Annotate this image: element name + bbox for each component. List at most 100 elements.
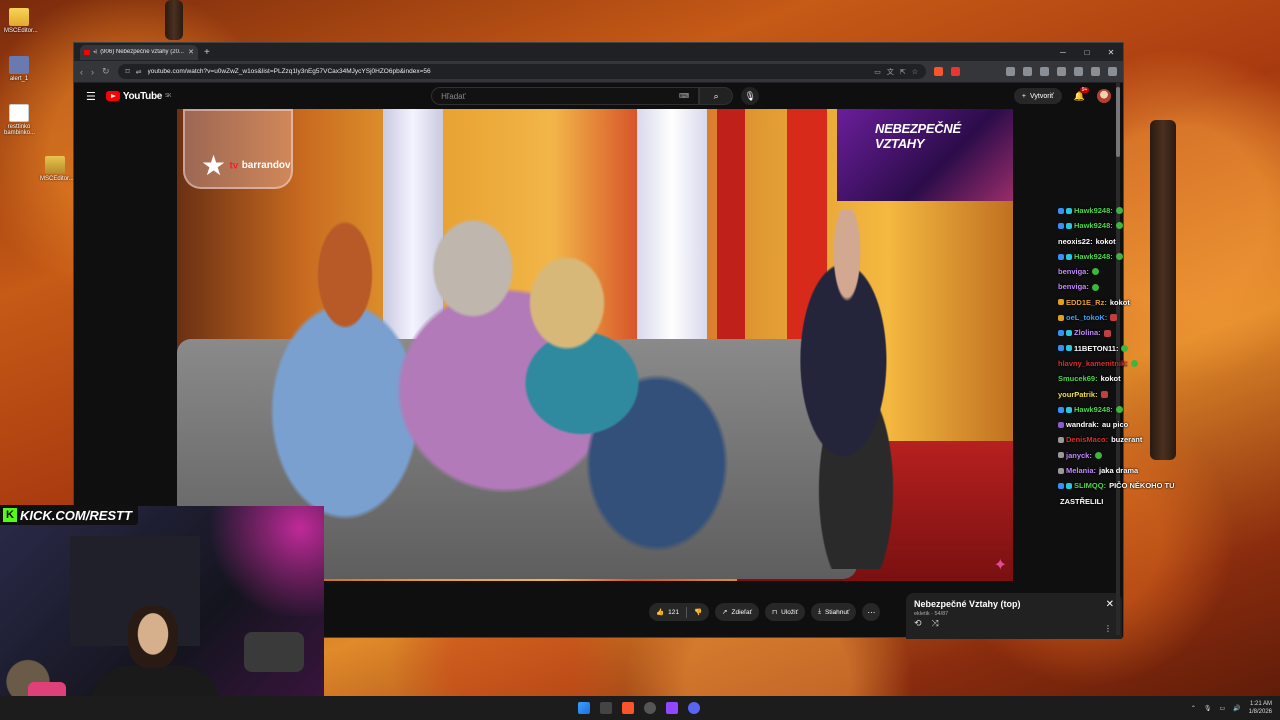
extension-icon[interactable]	[1023, 67, 1032, 76]
desktop-icon[interactable]: MSCEditor...	[4, 8, 38, 34]
create-button[interactable]: + Vytvoriť	[1013, 88, 1062, 104]
close-playlist-icon[interactable]: ✕	[1106, 599, 1114, 610]
like-count[interactable]: 121	[668, 609, 679, 616]
clock[interactable]: 1:21 AM 1/8/2026	[1249, 700, 1272, 716]
chat-emote-icon	[1115, 406, 1123, 413]
url-text: youtube.com/watch?v=u0wZwZ_w1os&list=PLZ…	[147, 68, 431, 75]
brave-browser-icon[interactable]	[622, 702, 634, 714]
chat-username: DenisMaco:	[1066, 435, 1109, 445]
chat-badge-icon	[1058, 330, 1064, 337]
chat-username: Hawk9248:	[1074, 251, 1113, 261]
maximize-icon[interactable]: □	[1075, 48, 1099, 57]
address-bar-row: ‹ › ↻ ⌑ ⇌ youtube.com/watch?v=u0wZwZ_w1o…	[74, 61, 1123, 83]
logo-text: YouTube	[122, 90, 163, 102]
close-window-icon[interactable]: ✕	[1099, 48, 1123, 57]
minimize-icon[interactable]: ─	[1051, 48, 1075, 57]
kick-banner: K KICK.COM/RESTT	[0, 505, 138, 525]
shortcut-icon	[9, 56, 29, 74]
desktop-icon[interactable]: MSCEditor...	[40, 156, 74, 182]
chat-username: benviga:	[1058, 267, 1089, 277]
webcam-overlay	[0, 506, 324, 720]
save-button[interactable]: ⊓ Uložiť	[765, 603, 806, 621]
hamburger-menu-icon[interactable]: ☰	[86, 90, 96, 103]
chat-badge-icon	[1058, 314, 1064, 321]
translate-icon[interactable]: 文	[887, 67, 894, 77]
back-icon[interactable]: ‹	[80, 67, 83, 77]
create-label: Vytvoriť	[1030, 92, 1054, 100]
new-tab-button[interactable]: +	[204, 47, 210, 58]
microphone-icon: 🎙	[744, 90, 756, 101]
brave-shield-icon[interactable]	[934, 67, 943, 76]
vpn-icon[interactable]	[1091, 67, 1100, 76]
share-button[interactable]: ↗ Zdieľať	[715, 603, 760, 621]
extension-icon[interactable]	[1006, 67, 1015, 76]
voice-search-button[interactable]: 🎙	[741, 87, 760, 105]
cast-icon[interactable]: ▭	[874, 68, 881, 76]
browser-tab[interactable]: ◂) (906) Nebezpečné vztahy (20... ✕	[80, 44, 198, 60]
like-icon[interactable]: 👍	[656, 608, 664, 616]
star-icon[interactable]: ☆	[912, 68, 918, 76]
forward-icon[interactable]: ›	[91, 67, 94, 77]
search-button[interactable]: ⌕	[699, 87, 734, 105]
windows-start-icon[interactable]	[578, 702, 590, 714]
twitch-icon[interactable]	[666, 702, 678, 714]
wallpaper-tree-trunk	[165, 0, 183, 40]
tab-bar: ◂) (906) Nebezpečné vztahy (20... ✕ + ─ …	[74, 43, 1123, 61]
search-icon: ⌕	[713, 90, 719, 101]
avatar[interactable]	[1097, 89, 1111, 103]
chat-username: 11BETON11:	[1074, 343, 1119, 353]
shuffle-icon[interactable]: ⤨	[932, 618, 939, 629]
extension-icon[interactable]	[1040, 67, 1049, 76]
reload-icon[interactable]: ↻	[102, 66, 110, 77]
channel-logo: ★ tv barrandov	[201, 149, 291, 182]
mic-tray-icon[interactable]: 🎙	[1204, 705, 1212, 712]
chat-emote-icon	[1115, 253, 1123, 261]
sidebar-icon[interactable]	[1057, 67, 1066, 76]
tray-chevron-icon[interactable]: ⌃	[1191, 705, 1196, 712]
youtube-logo[interactable]: YouTube SK	[105, 90, 171, 102]
chat-username: yourPatrik:	[1058, 389, 1098, 399]
chat-username: neoxis22:	[1058, 236, 1093, 246]
chat-message: Melania: jaka drama	[1058, 463, 1190, 478]
playlist-more-icon[interactable]: ⋮	[1104, 624, 1112, 633]
search-area: Hľadať ⌨ ⌕ 🎙	[431, 87, 760, 105]
dislike-icon[interactable]: 👎	[694, 608, 702, 616]
desktop-icon-label: MSCEditor...	[4, 28, 38, 34]
playlist-panel: Nebezpečné Vztahy (top) ekletik · 54/87 …	[906, 593, 1122, 639]
chat-emote-icon	[1110, 314, 1118, 322]
discord-icon[interactable]	[688, 702, 700, 714]
menu-icon[interactable]	[1108, 67, 1117, 76]
loop-icon[interactable]: ⟲	[914, 618, 922, 629]
chat-username: Hawk9248:	[1074, 221, 1113, 231]
studio-screen: NEBEZPEČNÉ VZTAHY	[837, 109, 1013, 201]
share-page-icon[interactable]: ⇱	[900, 68, 906, 76]
studio-screen-text: NEBEZPEČNÉ VZTAHY	[875, 121, 961, 151]
bookmark-save-icon: ⊓	[772, 609, 778, 616]
desktop-icon[interactable]: alert_1	[4, 56, 34, 82]
network-icon[interactable]: ▭	[1219, 705, 1225, 712]
zip-folder-icon	[45, 156, 65, 174]
volume-icon[interactable]: 🔊	[1233, 705, 1240, 712]
address-bar[interactable]: ⌑ ⇌ youtube.com/watch?v=u0wZwZ_w1os&list…	[117, 64, 926, 79]
bookmark-icon[interactable]: ⌑	[126, 67, 130, 76]
channel-watermark-icon[interactable]: ✦	[994, 555, 1007, 575]
playlist-title[interactable]: Nebezpečné Vztahy (top)	[914, 599, 1114, 609]
notifications-button[interactable]: 🔔 9+	[1074, 86, 1090, 102]
chat-badge-icon	[1058, 406, 1064, 413]
chat-message: Zlolina:	[1058, 325, 1190, 340]
search-input[interactable]: Hľadať ⌨	[431, 87, 700, 105]
site-info-icon[interactable]: ⇌	[136, 68, 142, 76]
header-right: + Vytvoriť 🔔 9+	[1013, 86, 1111, 104]
more-actions-button[interactable]: ⋯	[862, 603, 881, 621]
keyboard-icon[interactable]: ⌨	[679, 92, 689, 100]
rewards-icon[interactable]	[951, 67, 960, 76]
obs-icon[interactable]	[644, 702, 656, 714]
close-tab-icon[interactable]: ✕	[188, 48, 194, 56]
wallet-icon[interactable]	[1074, 67, 1083, 76]
scrollbar-thumb[interactable]	[1116, 87, 1120, 157]
desktop-icon[interactable]: resttinko bambinko...	[4, 104, 35, 136]
xbox-icon[interactable]	[600, 702, 612, 714]
chat-text: kokot	[1095, 236, 1116, 246]
download-button[interactable]: ⤓ Stiahnuť	[811, 603, 857, 621]
chat-badge-icon	[1066, 222, 1072, 229]
